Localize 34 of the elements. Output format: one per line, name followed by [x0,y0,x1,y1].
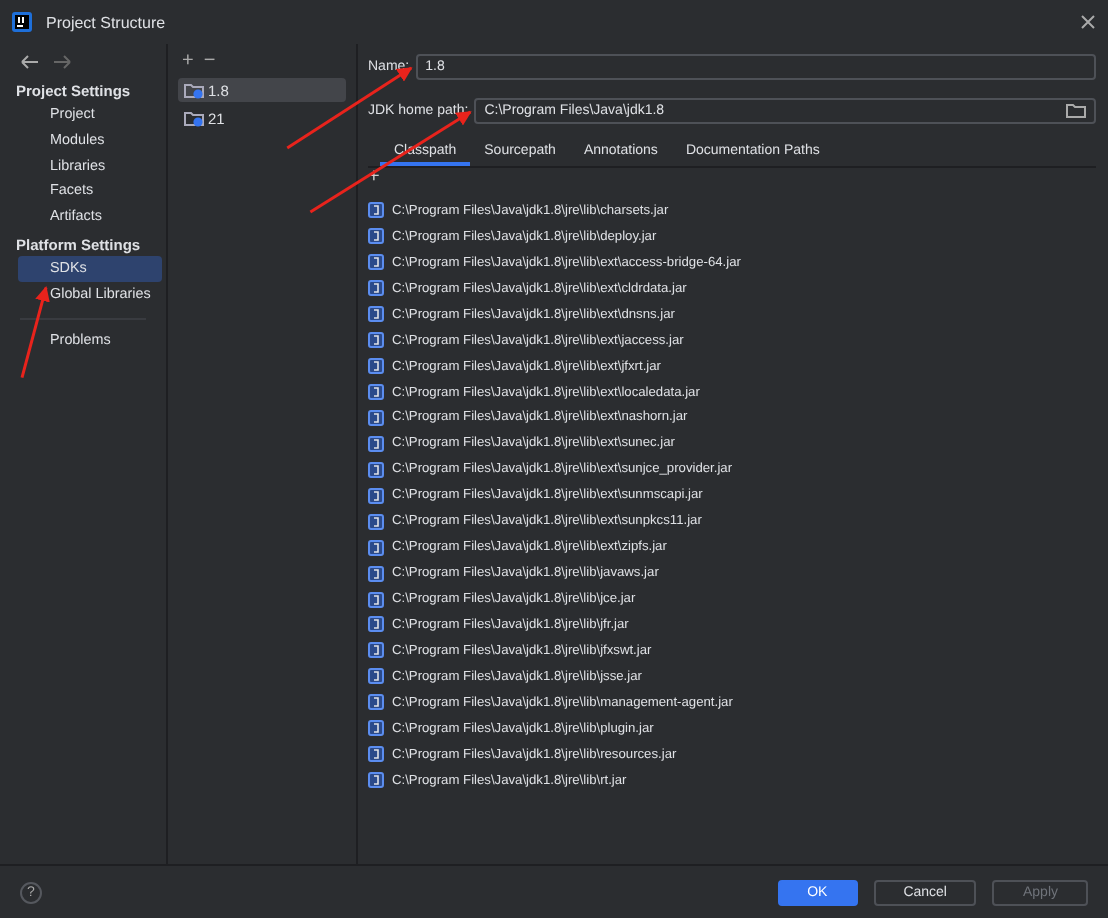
folder-icon [184,80,204,100]
annotation-arrow [20,286,50,378]
jar-icon [368,358,384,375]
jar-icon [368,746,384,763]
add-button[interactable]: + [182,50,194,72]
jar-icon [368,202,384,219]
jar-icon [368,513,384,530]
jar-icon [368,539,384,556]
remove-button[interactable]: − [203,50,216,72]
jar-icon [368,591,384,608]
back-icon [20,54,40,70]
jar-icon [368,487,384,504]
app-icon [12,12,32,32]
jar-icon [368,228,384,245]
jar-icon [368,280,384,297]
jar-icon [368,616,384,633]
jar-icon [368,332,384,349]
jar-icon [368,409,384,426]
jar-icon [368,565,384,582]
jar-icon [368,254,384,271]
jar-icon [368,461,384,478]
jar-icon [368,694,384,711]
forward-icon [52,54,72,70]
jar-icon [368,642,384,659]
jar-icon [368,668,384,685]
folder-icon [1066,101,1086,119]
jar-icon [368,435,384,452]
jar-icon [368,772,384,789]
jar-icon [368,720,384,737]
close-icon[interactable] [1080,14,1096,30]
folder-icon [184,108,204,128]
jar-icon [368,384,384,401]
jar-icon [368,306,384,323]
window-title: Project Structure [46,13,166,31]
